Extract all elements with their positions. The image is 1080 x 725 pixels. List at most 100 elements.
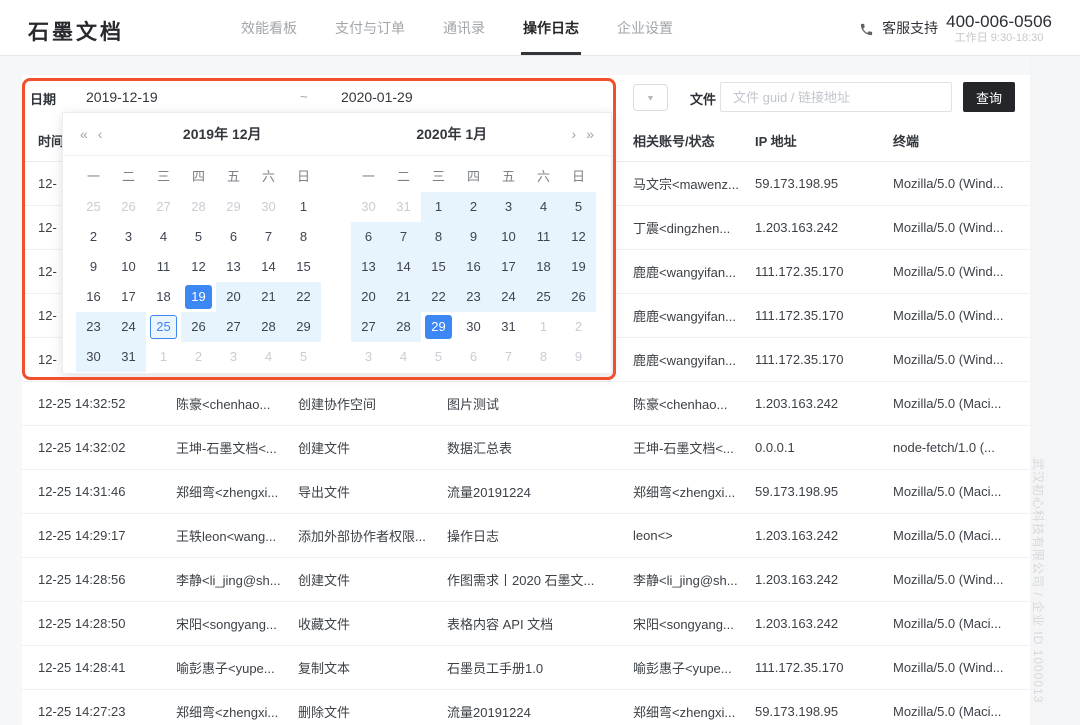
nav-item-操作日志[interactable]: 操作日志	[523, 0, 579, 56]
prev-year-icon[interactable]: «	[75, 127, 93, 141]
calendar-day[interactable]: 25	[146, 312, 181, 342]
calendar-day[interactable]: 8	[286, 222, 321, 252]
calendar-day[interactable]: 28	[386, 312, 421, 342]
calendar-day[interactable]: 29	[421, 312, 456, 342]
calendar-day[interactable]: 17	[491, 252, 526, 282]
calendar-day[interactable]: 14	[386, 252, 421, 282]
calendar-day[interactable]: 5	[421, 342, 456, 372]
calendar-day[interactable]: 10	[491, 222, 526, 252]
calendar-day[interactable]: 13	[216, 252, 251, 282]
calendar-day[interactable]: 18	[526, 252, 561, 282]
calendar-day[interactable]: 26	[111, 192, 146, 222]
search-button[interactable]: 查询	[963, 82, 1015, 112]
calendar-day[interactable]: 24	[111, 312, 146, 342]
date-range-input[interactable]: 2019-12-19 ~ 2020-01-29	[64, 82, 612, 112]
calendar-day[interactable]: 21	[251, 282, 286, 312]
calendar-day[interactable]: 1	[421, 192, 456, 222]
calendar-day[interactable]: 3	[216, 342, 251, 372]
calendar-day[interactable]: 27	[216, 312, 251, 342]
calendar-day[interactable]: 19	[181, 282, 216, 312]
calendar-day[interactable]: 11	[526, 222, 561, 252]
calendar-day[interactable]: 30	[76, 342, 111, 372]
calendar-day[interactable]: 4	[386, 342, 421, 372]
calendar-day[interactable]: 16	[76, 282, 111, 312]
calendar-day[interactable]: 2	[76, 222, 111, 252]
nav-item-通讯录[interactable]: 通讯录	[443, 0, 485, 56]
calendar-day[interactable]: 3	[111, 222, 146, 252]
calendar-day[interactable]: 30	[351, 192, 386, 222]
calendar-day[interactable]: 4	[526, 192, 561, 222]
calendar-day[interactable]: 18	[146, 282, 181, 312]
file-search-input[interactable]	[720, 82, 952, 112]
calendar-day[interactable]: 22	[421, 282, 456, 312]
calendar-day[interactable]: 1	[526, 312, 561, 342]
calendar-day[interactable]: 9	[456, 222, 491, 252]
calendar-day[interactable]: 26	[561, 282, 596, 312]
calendar-day[interactable]: 31	[386, 192, 421, 222]
calendar-day[interactable]: 22	[286, 282, 321, 312]
calendar-day[interactable]: 1	[286, 192, 321, 222]
calendar-day[interactable]: 2	[456, 192, 491, 222]
date-end-value[interactable]: 2020-01-29	[341, 89, 413, 105]
calendar-day[interactable]: 27	[351, 312, 386, 342]
calendar-day[interactable]: 7	[491, 342, 526, 372]
calendar-day[interactable]: 15	[286, 252, 321, 282]
calendar-day[interactable]: 30	[251, 192, 286, 222]
prev-month-icon[interactable]: ‹	[93, 127, 108, 141]
calendar-day[interactable]: 21	[386, 282, 421, 312]
calendar-day[interactable]: 6	[216, 222, 251, 252]
calendar-day[interactable]: 29	[286, 312, 321, 342]
calendar-day[interactable]: 12	[181, 252, 216, 282]
calendar-day[interactable]: 16	[456, 252, 491, 282]
next-month-icon[interactable]: ›	[567, 127, 582, 141]
calendar-day[interactable]: 8	[526, 342, 561, 372]
calendar-day[interactable]: 28	[181, 192, 216, 222]
calendar-day[interactable]: 20	[351, 282, 386, 312]
calendar-day[interactable]: 4	[251, 342, 286, 372]
date-start-value[interactable]: 2019-12-19	[86, 89, 158, 105]
calendar-day[interactable]: 3	[491, 192, 526, 222]
calendar-day[interactable]: 19	[561, 252, 596, 282]
calendar-day[interactable]: 15	[421, 252, 456, 282]
calendar-day[interactable]: 6	[351, 222, 386, 252]
calendar-day[interactable]: 25	[526, 282, 561, 312]
calendar-day[interactable]: 29	[216, 192, 251, 222]
date-preset-dropdown[interactable]: ▼	[633, 84, 668, 111]
calendar-day[interactable]: 23	[456, 282, 491, 312]
calendar-day[interactable]: 27	[146, 192, 181, 222]
nav-item-效能看板[interactable]: 效能看板	[241, 0, 297, 56]
calendar-day[interactable]: 31	[111, 342, 146, 372]
calendar-day[interactable]: 11	[146, 252, 181, 282]
calendar-day[interactable]: 9	[76, 252, 111, 282]
calendar-day[interactable]: 12	[561, 222, 596, 252]
calendar-day[interactable]: 5	[561, 192, 596, 222]
calendar-day[interactable]: 4	[146, 222, 181, 252]
calendar-day[interactable]: 9	[561, 342, 596, 372]
nav-item-企业设置[interactable]: 企业设置	[617, 0, 673, 56]
calendar-day[interactable]: 1	[146, 342, 181, 372]
calendar-day[interactable]: 2	[181, 342, 216, 372]
calendar-day[interactable]: 26	[181, 312, 216, 342]
calendar-day[interactable]: 13	[351, 252, 386, 282]
calendar-day[interactable]: 6	[456, 342, 491, 372]
calendar-day[interactable]: 5	[181, 222, 216, 252]
logo[interactable]: 石墨文档	[28, 16, 124, 46]
calendar-day[interactable]: 8	[421, 222, 456, 252]
calendar-day[interactable]: 20	[216, 282, 251, 312]
calendar-day[interactable]: 17	[111, 282, 146, 312]
calendar-day[interactable]: 24	[491, 282, 526, 312]
calendar-day[interactable]: 10	[111, 252, 146, 282]
calendar-day[interactable]: 2	[561, 312, 596, 342]
calendar-day[interactable]: 31	[491, 312, 526, 342]
calendar-day[interactable]: 3	[351, 342, 386, 372]
calendar-day[interactable]: 7	[251, 222, 286, 252]
calendar-day[interactable]: 23	[76, 312, 111, 342]
calendar-day[interactable]: 14	[251, 252, 286, 282]
calendar-day[interactable]: 28	[251, 312, 286, 342]
calendar-day[interactable]: 30	[456, 312, 491, 342]
next-year-icon[interactable]: »	[581, 127, 599, 141]
calendar-day[interactable]: 7	[386, 222, 421, 252]
nav-item-支付与订单[interactable]: 支付与订单	[335, 0, 405, 56]
calendar-day[interactable]: 25	[76, 192, 111, 222]
calendar-day[interactable]: 5	[286, 342, 321, 372]
